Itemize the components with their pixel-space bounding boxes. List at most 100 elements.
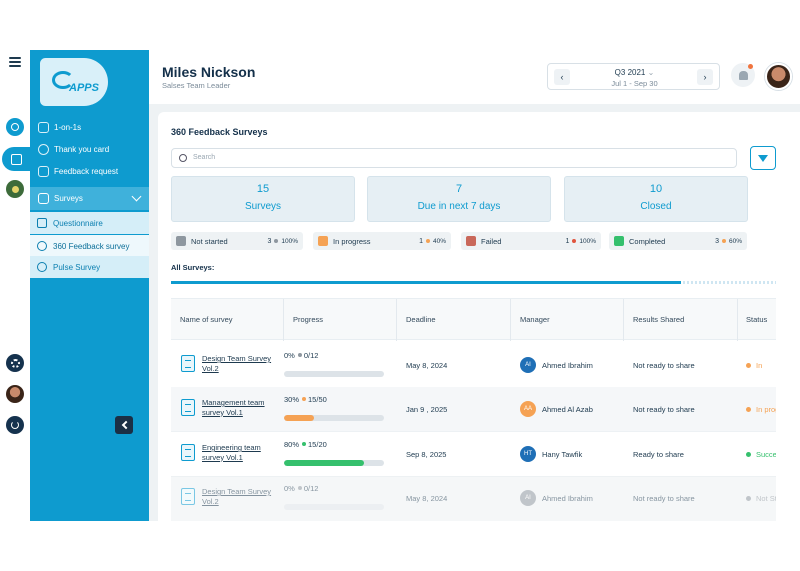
table-row[interactable]: Engineering team survey Vol.1 80% 15/20 Sep… [171, 432, 776, 477]
status-badge: In [746, 361, 776, 370]
chevron-down-icon [131, 191, 142, 202]
chip-percent: 100% [281, 237, 298, 245]
manager-avatar: AI [520, 490, 536, 506]
table-row[interactable]: Management team survey Vol.1 30% 15/50 Jan … [171, 387, 776, 432]
status-label: Not Started [756, 494, 776, 503]
status-dot [746, 363, 751, 368]
chevron-down-icon[interactable]: ⌄ [648, 68, 655, 77]
progress-dot [297, 353, 302, 357]
progress-fill [284, 415, 314, 421]
status-chip[interactable]: Failed 1 100% [461, 232, 601, 250]
progress-fraction: 15/20 [308, 440, 327, 449]
sidebar-subitem-label: 360 Feedback survey [53, 241, 130, 251]
results-shared: Ready to share [633, 450, 684, 459]
profile-avatar[interactable] [6, 385, 24, 403]
status-swatch [614, 236, 624, 246]
status-chip[interactable]: In progress 1 40% [313, 232, 451, 250]
user-avatar[interactable] [765, 63, 792, 90]
survey-name-link[interactable]: Engineering team survey Vol.1 [202, 443, 280, 462]
progress-percent: 30% [284, 395, 300, 404]
column-progress[interactable]: Progress [293, 315, 323, 324]
survey-name-link[interactable]: Design Team Survey Vol.2 [202, 487, 280, 506]
deadline: Sep 8, 2025 [406, 450, 447, 459]
column-name[interactable]: Name of survey [180, 315, 233, 324]
status-badge: Successful [746, 450, 776, 459]
chip-label: In progress [333, 236, 371, 246]
menu-icon[interactable] [9, 57, 21, 67]
stat-label: Surveys [244, 201, 282, 212]
sidebar-subitem-360-feedback[interactable]: 360 Feedback survey [30, 235, 149, 257]
sidebar-item-feedback-request[interactable]: Feedback request [30, 160, 149, 182]
quarter-label: Q3 2021 ⌄ [548, 68, 721, 77]
chip-label: Failed [481, 236, 502, 246]
stat-due[interactable]: 7 Due in next 7 days [367, 176, 551, 222]
column-status[interactable]: Status [746, 315, 767, 324]
goal-icon[interactable] [6, 118, 24, 136]
questionnaire-icon [37, 218, 47, 228]
sidebar-subitem-questionnaire[interactable]: Questionnaire [30, 212, 149, 234]
apps-icon[interactable] [6, 180, 24, 198]
progress-dot [302, 442, 307, 446]
chevron-left-icon [121, 420, 130, 430]
progress-dot [297, 486, 302, 490]
logo-text: APPS [69, 82, 99, 94]
sidebar-item-label: Thank you card [54, 144, 110, 154]
filter-button[interactable] [750, 146, 776, 170]
sidebar-subitem-pulse-survey[interactable]: Pulse Survey [30, 256, 149, 278]
sidebar-group-surveys[interactable]: Surveys [30, 187, 149, 210]
survey-name-link[interactable]: Management team survey Vol.1 [202, 398, 280, 417]
table-row[interactable]: Design Team Survey Vol.2 0% 0/12 May 8, 202… [171, 343, 776, 388]
chevron-right-icon[interactable]: › [697, 69, 713, 85]
feedback-360-icon [37, 241, 47, 251]
column-results[interactable]: Results Shared [633, 315, 684, 324]
column-deadline[interactable]: Deadline [406, 315, 436, 324]
status-chip[interactable]: Not started 3 100% [171, 232, 303, 250]
power-icon[interactable] [6, 416, 24, 434]
all-surveys-label: All Surveys: [171, 263, 215, 272]
status-badge: Not Started [746, 494, 776, 503]
chip-dot [721, 239, 726, 243]
stat-label: Due in next 7 days [417, 201, 501, 212]
chat-icon [38, 121, 49, 133]
progress-percent: 0% [284, 351, 295, 360]
date-range: Jul 1 - Sep 30 [611, 79, 658, 88]
document-icon [181, 355, 195, 372]
stat-value: 10 [649, 183, 663, 195]
survey-name-link[interactable]: Design Team Survey Vol.2 [202, 354, 280, 373]
search-input[interactable]: Search [171, 148, 737, 168]
chip-label: Not started [191, 236, 228, 246]
collapse-sidebar-button[interactable] [115, 416, 133, 434]
status-swatch [466, 236, 476, 246]
status-chip[interactable]: Completed 3 60% [609, 232, 747, 250]
chip-percent: 40% [432, 237, 446, 245]
sidebar-subitem-label: Questionnaire [53, 218, 103, 228]
table-row[interactable]: Design Team Survey Vol.2 0% 0/12 May 8, 202… [171, 476, 776, 521]
column-divider [737, 299, 738, 341]
chip-dot [425, 239, 430, 243]
user-name: Miles Nickson [162, 64, 256, 80]
progress-bar [284, 371, 384, 377]
quarter-picker[interactable]: ‹ Q3 2021 ⌄ Jul 1 - Sep 30 › [547, 63, 720, 90]
search-placeholder: Search [193, 154, 216, 161]
status-label: Successful [756, 450, 776, 459]
chip-count: 3 [715, 237, 719, 245]
settings-icon[interactable] [6, 354, 24, 372]
manager-avatar: HT [520, 446, 536, 462]
user-role: Salses Team Leader [162, 81, 231, 90]
document-icon [181, 488, 195, 505]
sidebar-item-label: 1-on-1s [54, 122, 82, 132]
sidebar-item-1on1s[interactable]: 1-on-1s [30, 116, 149, 138]
results-shared: Not ready to share [633, 494, 695, 503]
stat-closed[interactable]: 10 Closed [564, 176, 748, 222]
deadline: May 8, 2024 [406, 361, 448, 370]
survey-app-icon[interactable] [2, 147, 30, 171]
progress-text: 0% 0/12 [284, 351, 318, 360]
column-divider [396, 299, 397, 341]
status-dot [746, 407, 751, 412]
stat-surveys[interactable]: 15 Surveys [171, 176, 355, 222]
deadline: Jan 9 , 2025 [406, 405, 448, 414]
column-manager[interactable]: Manager [520, 315, 550, 324]
manager-name: Hany Tawfik [542, 450, 583, 459]
manager-name: Ahmed Al Azab [542, 405, 593, 414]
sidebar-item-thank-you-card[interactable]: Thank you card [30, 138, 149, 160]
